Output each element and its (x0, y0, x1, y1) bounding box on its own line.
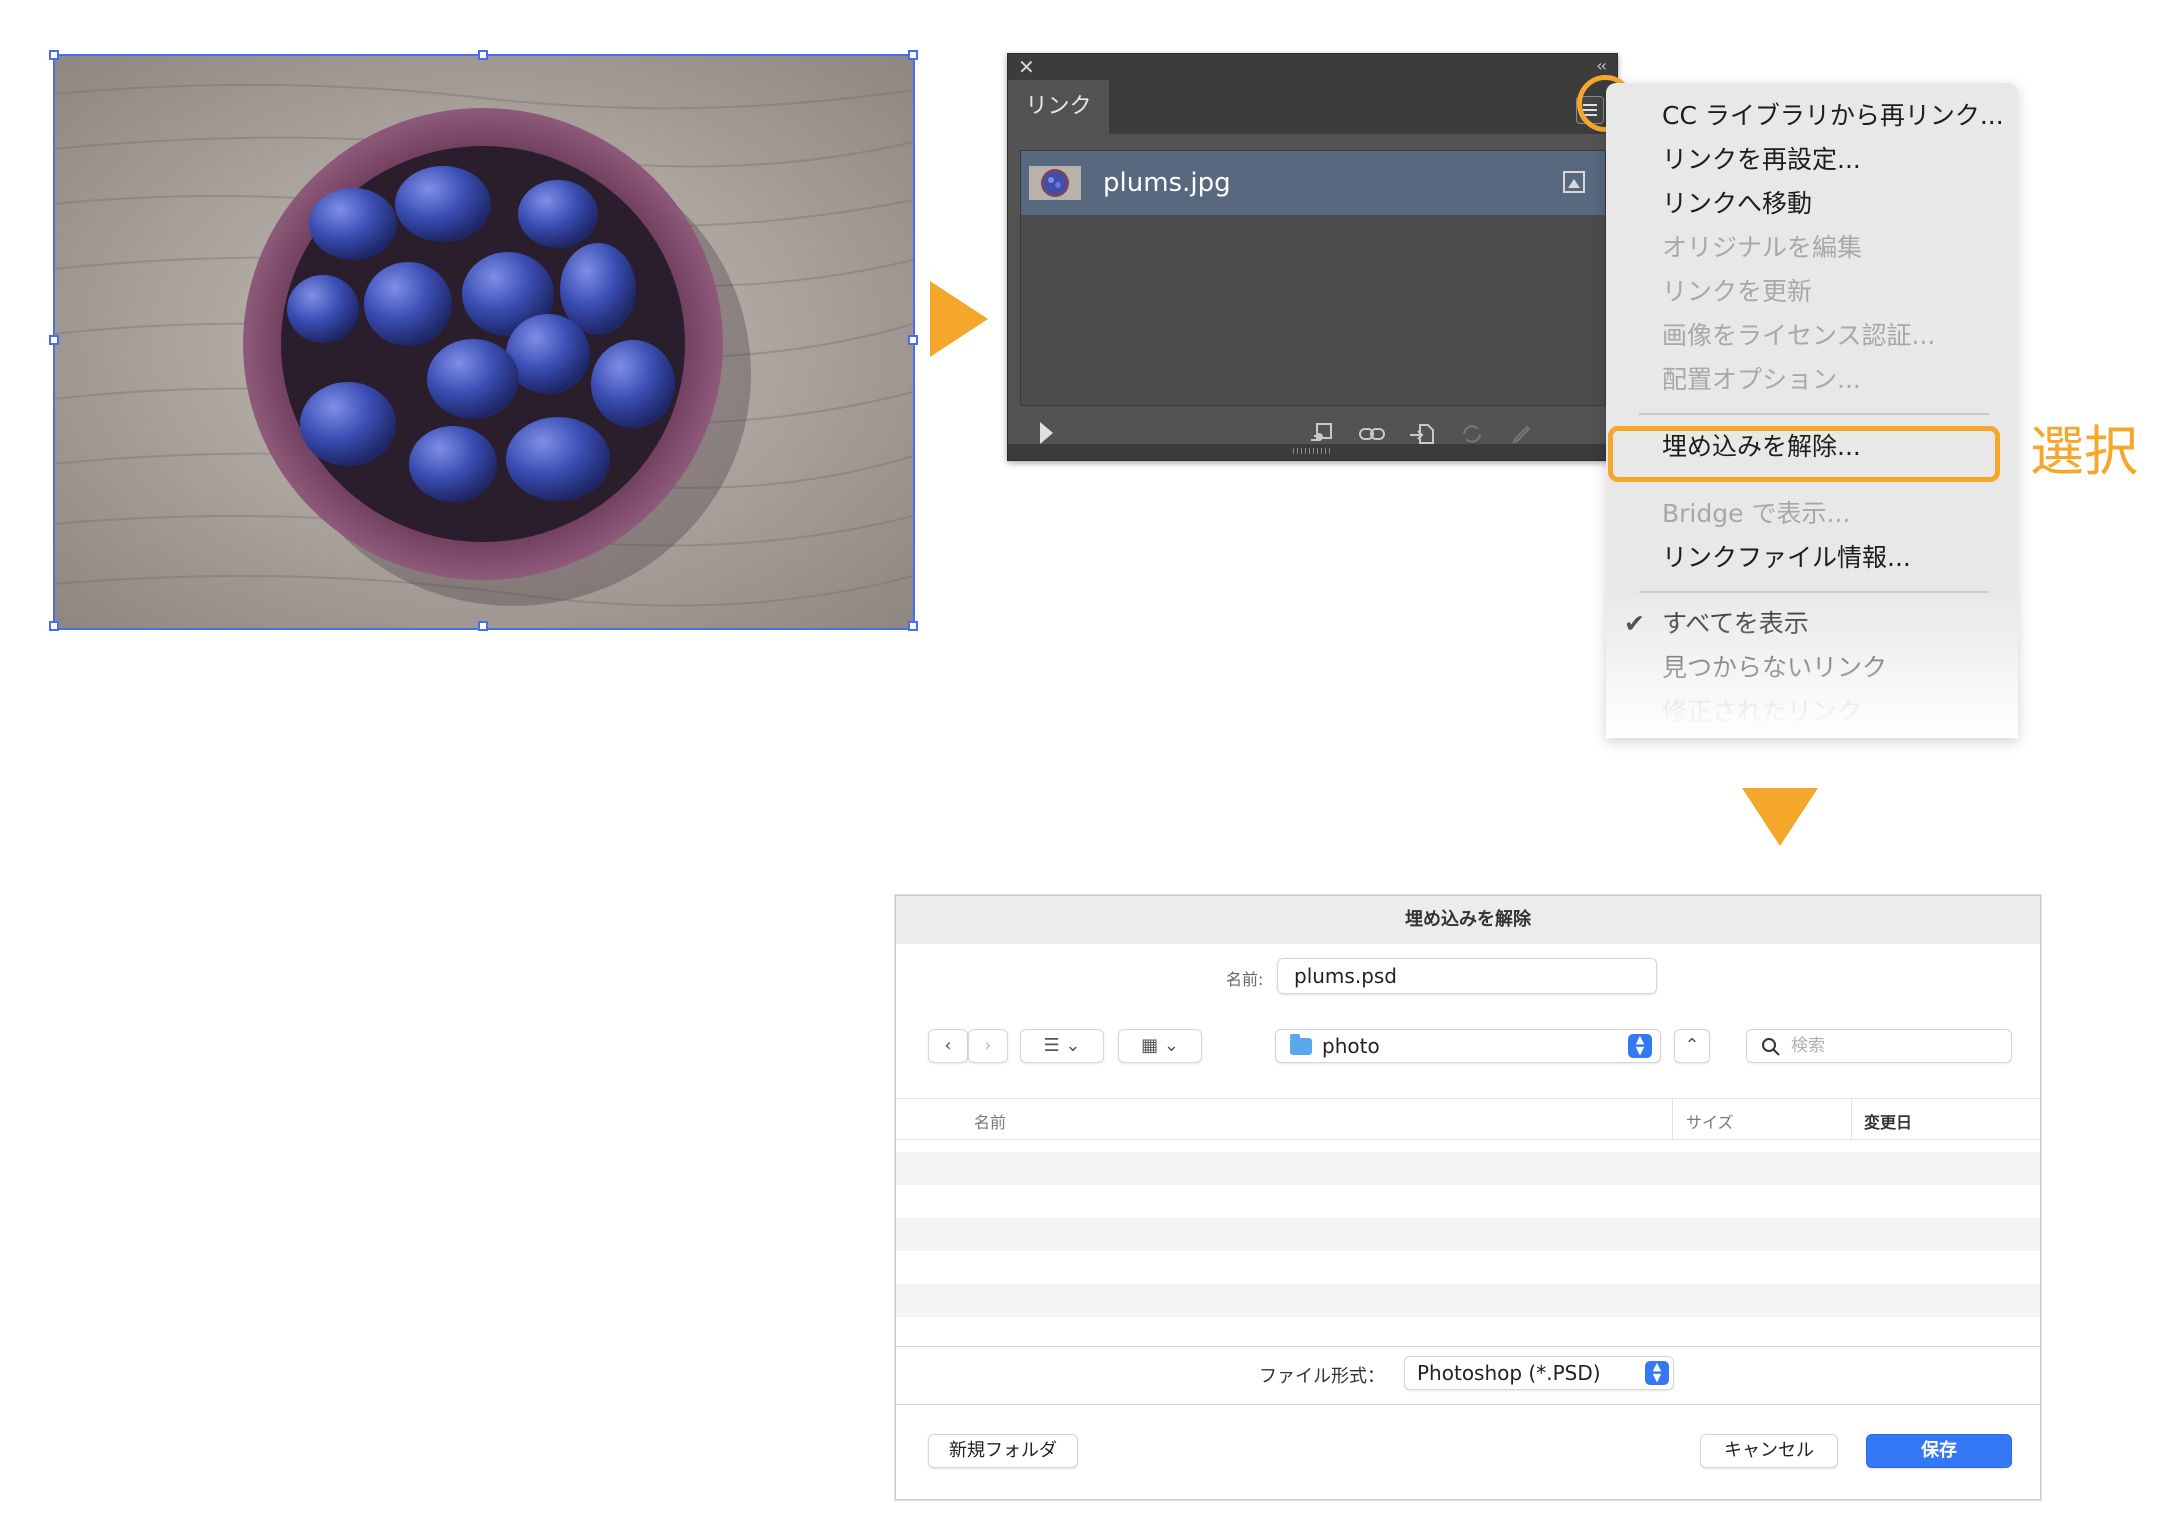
menu-item-edit-original: オリジナルを編集 (1662, 233, 1863, 262)
column-size[interactable]: サイズ (1686, 1109, 1734, 1133)
resize-handle-bottom-left[interactable] (49, 621, 59, 631)
collapse-icon[interactable]: ‹‹ (1596, 56, 1607, 75)
menu-item-placement-options: 配置オプション... (1662, 365, 1861, 394)
link-filename: plums.jpg (1103, 168, 1231, 198)
update-link-icon[interactable] (1458, 422, 1486, 446)
column-name[interactable]: 名前 (974, 1109, 1006, 1133)
back-button[interactable]: ‹ (928, 1029, 968, 1063)
resize-handle-left[interactable] (49, 335, 59, 345)
menu-divider (1639, 413, 1989, 415)
location-popup[interactable]: photo ▲ ▼ (1275, 1029, 1661, 1063)
footer-divider (896, 1404, 2040, 1405)
file-list-divider (896, 1346, 2040, 1347)
links-list: plums.jpg (1020, 150, 1606, 406)
menu-item-modified-links[interactable]: 修正されたリンク (1662, 697, 1862, 727)
cancel-button[interactable]: キャンセル (1700, 1434, 1838, 1468)
menu-item-missing-links[interactable]: 見つからないリンク (1662, 653, 1887, 683)
file-list-row (896, 1218, 2040, 1251)
show-details-icon[interactable] (1040, 422, 1053, 444)
format-stepper-icon[interactable]: ▲ ▼ (1645, 1361, 1669, 1385)
resize-handle-top-left[interactable] (49, 50, 59, 60)
panel-resize-grip[interactable] (1008, 444, 1617, 460)
menu-item-go-to-link[interactable]: リンクへ移動 (1662, 189, 1812, 219)
link-row[interactable]: plums.jpg (1021, 151, 1605, 215)
menu-item-license-image: 画像をライセンス認証... (1662, 321, 1936, 350)
close-icon[interactable]: ✕ (1018, 57, 1035, 77)
edit-original-icon[interactable] (1508, 422, 1536, 446)
resize-handle-right[interactable] (908, 335, 918, 345)
search-icon (1762, 1038, 1780, 1056)
menu-item-relink-from-cc[interactable]: CC ライブラリから再リンク... (1662, 101, 2004, 131)
location-stepper-icon[interactable]: ▲ ▼ (1628, 1034, 1652, 1058)
menu-item-reveal-in-bridge: Bridge で表示... (1662, 499, 1851, 528)
list-view-button[interactable]: ☰ ⌄ (1020, 1029, 1104, 1063)
menu-item-link-file-info[interactable]: リンクファイル情報... (1662, 543, 1911, 573)
highlight-box (1608, 426, 2000, 482)
grid-view-button[interactable]: ▦ ⌄ (1118, 1029, 1202, 1063)
format-select[interactable]: Photoshop (*.PSD) ▲ ▼ (1404, 1356, 1674, 1390)
tab-links[interactable]: リンク (1008, 80, 1109, 134)
select-annotation: 選択 (2030, 420, 2138, 483)
dialog-title: 埋め込みを解除 (896, 896, 2040, 944)
embedded-icon (1563, 171, 1585, 193)
column-modified[interactable]: 変更日 (1864, 1109, 1912, 1133)
arrow-right-icon (930, 281, 988, 357)
format-label: ファイル形式： (1259, 1366, 1385, 1387)
file-list-row (896, 1152, 2040, 1185)
resize-handle-bottom-right[interactable] (908, 621, 918, 631)
file-list-header: 名前 サイズ 変更日 (896, 1098, 2040, 1140)
menu-item-update-link: リンクを更新 (1662, 277, 1813, 306)
relink-icon[interactable] (1358, 422, 1386, 446)
selection-frame (53, 54, 915, 630)
search-placeholder: 検索 (1791, 1036, 1825, 1056)
resize-handle-top[interactable] (478, 50, 488, 60)
menu-item-relink[interactable]: リンクを再設定... (1662, 145, 1861, 175)
resize-handle-top-right[interactable] (908, 50, 918, 60)
folder-icon (1290, 1034, 1312, 1055)
checkmark-icon: ✔ (1624, 609, 1645, 638)
links-panel: ✕ ‹‹ リンク plums.jpg (1007, 53, 1618, 461)
resize-handle-bottom[interactable] (478, 621, 488, 631)
format-value: Photoshop (*.PSD) (1417, 1361, 1601, 1385)
go-to-link-icon[interactable] (1408, 422, 1436, 446)
new-folder-button[interactable]: 新規フォルダ (928, 1434, 1078, 1468)
save-button[interactable]: 保存 (1866, 1434, 2012, 1468)
relink-from-cc-icon[interactable] (1308, 422, 1336, 446)
panel-titlebar (1008, 54, 1617, 80)
link-thumbnail (1029, 166, 1081, 200)
arrow-down-icon (1742, 788, 1818, 846)
expand-collapse-button[interactable]: ⌃ (1674, 1029, 1710, 1063)
name-label: 名前: (1226, 970, 1264, 989)
search-field[interactable]: 検索 (1746, 1029, 2012, 1063)
menu-item-show-all[interactable]: すべてを表示 (1662, 609, 1809, 639)
menu-divider (1639, 591, 1989, 593)
location-name: photo (1322, 1034, 1380, 1058)
filename-field[interactable]: plums.psd (1277, 958, 1657, 994)
unembed-save-dialog: 埋め込みを解除 名前: plums.psd ‹ › ☰ ⌄ ▦ ⌄ photo … (895, 895, 2041, 1500)
file-list-row (896, 1284, 2040, 1317)
panel-flyout-menu: CC ライブラリから再リンク... リンクを再設定... リンクへ移動 オリジナ… (1606, 83, 2018, 738)
forward-button[interactable]: › (968, 1029, 1008, 1063)
